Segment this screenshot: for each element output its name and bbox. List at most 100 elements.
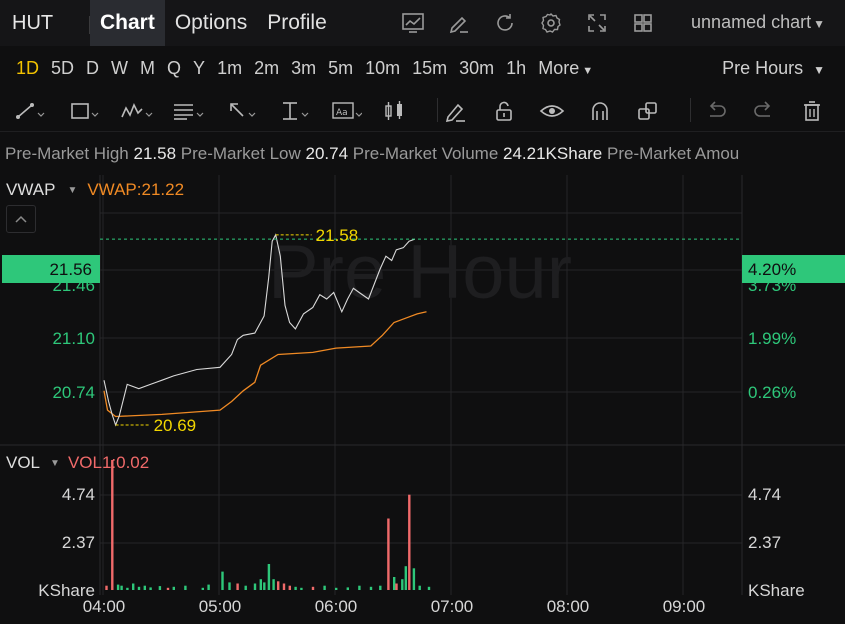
volume-bar xyxy=(126,587,129,590)
stat-high-label: Pre-Market High xyxy=(5,144,129,163)
rectangle-icon[interactable] xyxy=(58,90,110,132)
volume-bar xyxy=(253,583,257,590)
volume-bar xyxy=(201,587,204,590)
undo-icon[interactable] xyxy=(692,90,740,132)
volume-bar xyxy=(277,581,280,590)
chevron-down-icon[interactable]: ▼ xyxy=(67,185,77,196)
volume-bar xyxy=(116,584,120,590)
tab-profile[interactable]: Profile xyxy=(257,0,337,46)
interval-d[interactable]: D xyxy=(80,58,105,79)
vwap-value: VWAP:21.22 xyxy=(87,180,185,199)
premarket-stats: Pre-Market High 21.58 Pre-Market Low 20.… xyxy=(5,144,739,164)
interval-30m[interactable]: 30m xyxy=(453,58,500,79)
vwap-label: VWAP xyxy=(6,180,56,199)
fullscreen-icon[interactable] xyxy=(574,0,620,46)
volume-unit: KShare xyxy=(748,581,805,600)
stat-amount-label: Pre-Market Amou xyxy=(607,144,740,163)
volume-label: VOL xyxy=(6,453,41,472)
measure-icon[interactable] xyxy=(268,90,320,132)
volume-bar xyxy=(404,566,407,590)
pct-tick: 1.99% xyxy=(748,329,796,348)
gear-icon[interactable] xyxy=(528,0,574,46)
volume-bar xyxy=(166,587,170,590)
price-tick: 20.74 xyxy=(52,383,95,402)
refresh-icon[interactable] xyxy=(482,0,528,46)
toolbar-divider xyxy=(690,98,691,122)
interval-q[interactable]: Q xyxy=(161,58,187,79)
chevron-down-icon[interactable]: ▼ xyxy=(50,458,60,469)
volume-bar xyxy=(172,586,175,590)
watermark-text: Pre Hour xyxy=(268,230,572,315)
magnet-icon[interactable] xyxy=(576,90,624,132)
interval-m[interactable]: M xyxy=(134,58,161,79)
drawing-toolbar: Aa xyxy=(0,90,845,132)
stat-low-value: 20.74 xyxy=(305,144,349,163)
time-tick: 08:00 xyxy=(547,597,590,616)
chart-settings-icon[interactable] xyxy=(390,0,436,46)
chart-name-dropdown[interactable]: unnamed chart ▼ xyxy=(691,12,825,33)
interval-w[interactable]: W xyxy=(105,58,134,79)
volume-bar xyxy=(267,564,271,590)
pct-tick: 0.26% xyxy=(748,383,796,402)
lock-icon[interactable] xyxy=(480,90,528,132)
interval-2m[interactable]: 2m xyxy=(248,58,285,79)
chevron-down-icon: ▼ xyxy=(579,64,594,77)
volume-bar xyxy=(259,579,262,590)
interval-1d[interactable]: 1D xyxy=(10,58,45,79)
price-chart[interactable]: Pre Hour 21.58 20.69 21.46 21.10 20.74 3… xyxy=(0,175,845,624)
collapse-indicator-button[interactable] xyxy=(6,205,36,233)
interval-bar: 1D 5D D W M Q Y 1m 2m 3m 5m 10m 15m 30m … xyxy=(0,46,845,90)
volume-bar xyxy=(311,586,315,590)
vwap-line xyxy=(103,311,427,418)
low-marker-label: 20.69 xyxy=(154,416,197,435)
text-note-icon[interactable]: Aa xyxy=(320,90,372,132)
volume-bar xyxy=(288,585,291,590)
trend-line-icon[interactable] xyxy=(0,90,58,132)
eye-icon[interactable] xyxy=(528,90,576,132)
interval-more-dropdown[interactable]: More ▼ xyxy=(532,58,599,79)
volume-bar xyxy=(105,585,108,590)
fib-icon[interactable] xyxy=(162,90,214,132)
time-tick: 09:00 xyxy=(663,597,706,616)
arrow-icon[interactable] xyxy=(214,90,268,132)
chevron-up-icon xyxy=(15,215,27,223)
volume-bar xyxy=(358,585,361,590)
volume-bar xyxy=(143,585,146,590)
volume-bar xyxy=(395,583,398,590)
volume-indicator-header[interactable]: VOL ▼ VOL1:0.02 xyxy=(6,453,149,473)
price-tick: 21.10 xyxy=(52,329,95,348)
tab-chart[interactable]: Chart xyxy=(90,0,165,46)
stat-low-label: Pre-Market Low xyxy=(180,144,301,163)
volume-value: VOL1:0.02 xyxy=(67,453,150,472)
session-dropdown[interactable]: Pre Hours ▼ xyxy=(722,58,825,79)
volume-bar xyxy=(335,587,338,590)
interval-5m[interactable]: 5m xyxy=(322,58,359,79)
trash-icon[interactable] xyxy=(788,90,836,132)
stat-volume-value: 24.21KShare xyxy=(503,144,603,163)
pattern-icon[interactable] xyxy=(110,90,162,132)
tab-options[interactable]: Options xyxy=(165,0,257,46)
time-tick: 05:00 xyxy=(199,597,242,616)
interval-10m[interactable]: 10m xyxy=(359,58,406,79)
top-bar: HUT Chart Options Profile unnamed chart ▼ xyxy=(0,0,845,46)
duplicate-icon[interactable] xyxy=(624,90,672,132)
candles-icon[interactable] xyxy=(372,90,418,132)
interval-3m[interactable]: 3m xyxy=(285,58,322,79)
interval-1m[interactable]: 1m xyxy=(211,58,248,79)
vwap-indicator-header[interactable]: VWAP ▼ VWAP:21.22 xyxy=(6,180,184,200)
volume-bar xyxy=(282,583,286,590)
volume-bar xyxy=(300,587,303,590)
interval-y[interactable]: Y xyxy=(187,58,211,79)
volume-bar xyxy=(149,587,152,590)
time-tick: 07:00 xyxy=(431,597,474,616)
layout-grid-icon[interactable] xyxy=(620,0,666,46)
edit-icon[interactable] xyxy=(436,0,482,46)
volume-bar xyxy=(184,585,187,590)
volume-tick: 4.74 xyxy=(748,485,781,504)
interval-1h[interactable]: 1h xyxy=(500,58,532,79)
redo-icon[interactable] xyxy=(740,90,788,132)
ticker-symbol[interactable]: HUT xyxy=(0,12,90,35)
interval-15m[interactable]: 15m xyxy=(406,58,453,79)
volume-bar xyxy=(158,586,162,590)
interval-5d[interactable]: 5D xyxy=(45,58,80,79)
